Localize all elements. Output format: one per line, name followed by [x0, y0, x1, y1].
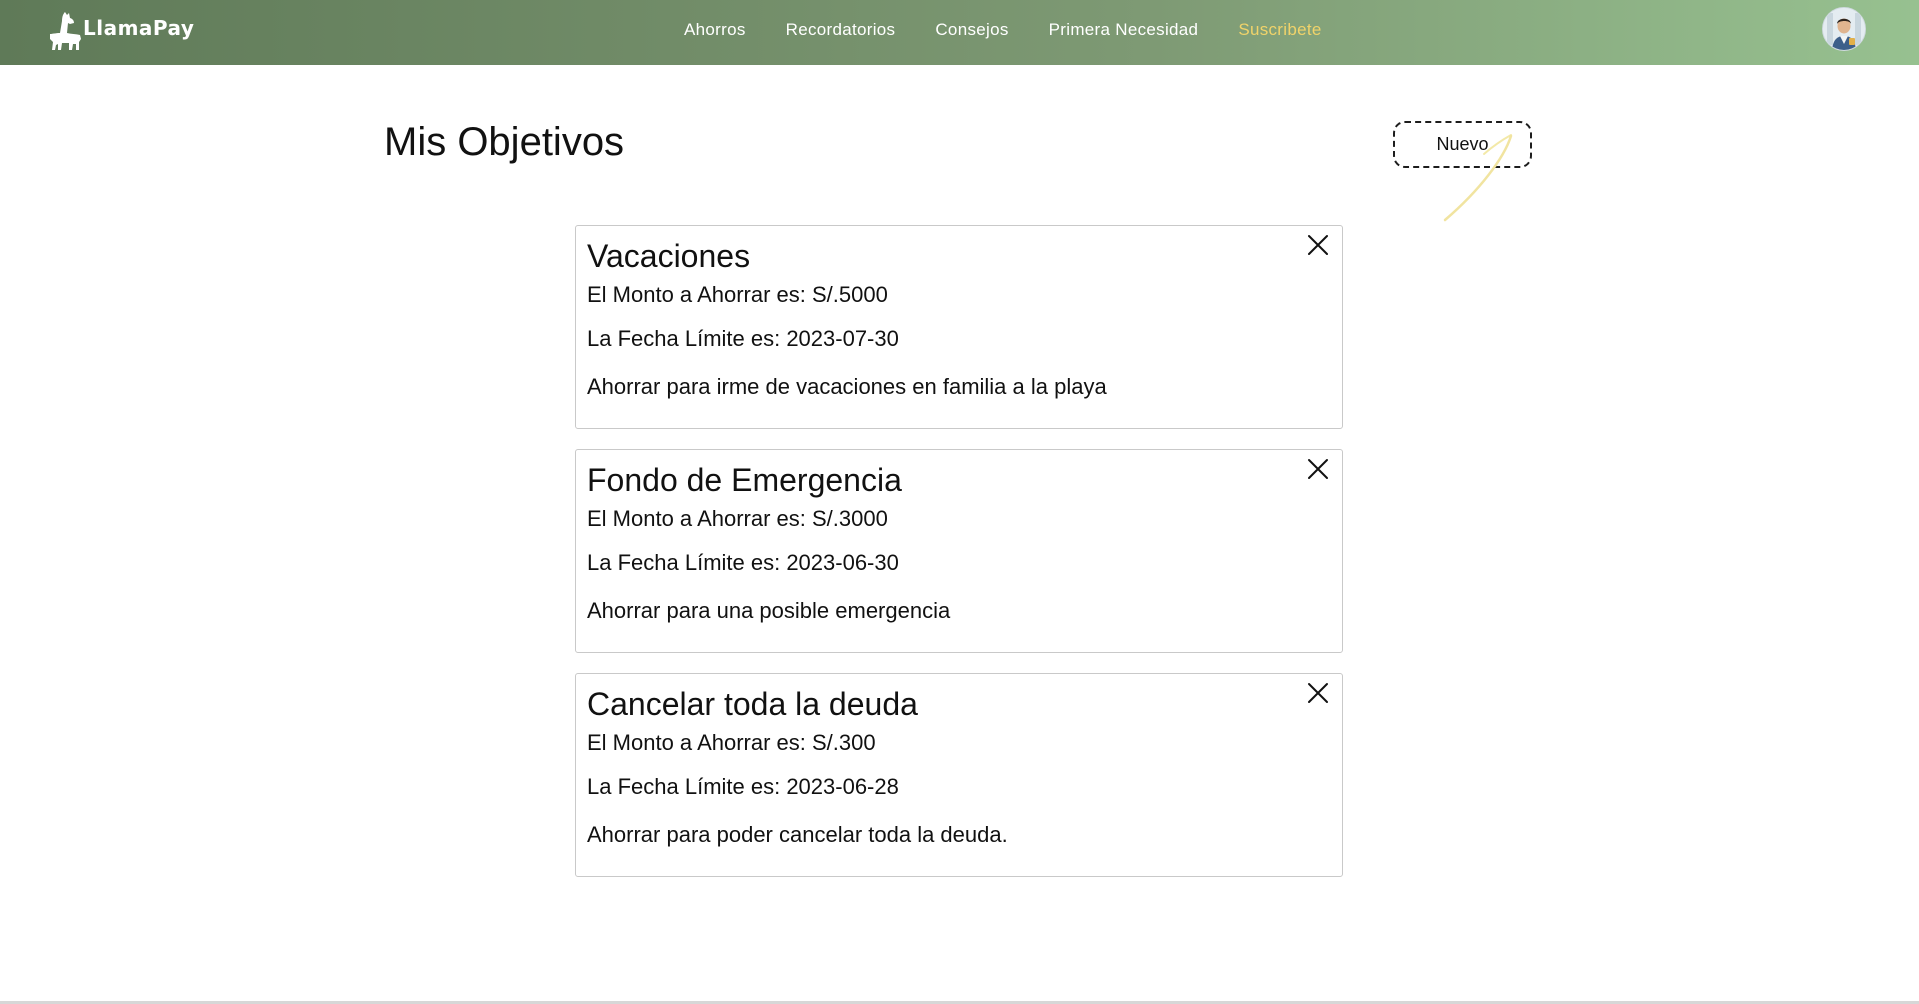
brand-logo[interactable]: LlamaPay	[46, 8, 194, 54]
nav-item-suscribete[interactable]: Suscribete	[1238, 20, 1321, 40]
nav-item-consejos[interactable]: Consejos	[935, 20, 1008, 40]
goal-card: Vacaciones El Monto a Ahorrar es: S/.500…	[575, 225, 1343, 429]
goals-list: Vacaciones El Monto a Ahorrar es: S/.500…	[575, 225, 1343, 897]
goal-title: Vacaciones	[587, 238, 751, 274]
delete-goal-button[interactable]	[1304, 679, 1332, 707]
goal-card: Cancelar toda la deuda El Monto a Ahorra…	[575, 673, 1343, 877]
llama-icon	[50, 12, 81, 50]
goal-amount: El Monto a Ahorrar es: S/.300	[587, 730, 876, 755]
goal-description: Ahorrar para poder cancelar toda la deud…	[587, 822, 1008, 847]
nav-item-recordatorios[interactable]: Recordatorios	[786, 20, 896, 40]
goal-description: Ahorrar para una posible emergencia	[587, 598, 951, 623]
goal-deadline: La Fecha Límite es: 2023-07-30	[587, 326, 899, 351]
goal-title: Cancelar toda la deuda	[587, 686, 918, 722]
close-icon	[1308, 459, 1328, 479]
main-nav: Ahorros Recordatorios Consejos Primera N…	[684, 0, 1362, 60]
user-avatar[interactable]	[1822, 7, 1866, 51]
top-navbar: LlamaPay Ahorros Recordatorios Consejos …	[0, 0, 1919, 65]
goal-deadline: La Fecha Límite es: 2023-06-28	[587, 774, 899, 799]
delete-goal-button[interactable]	[1304, 231, 1332, 259]
goal-deadline: La Fecha Límite es: 2023-06-30	[587, 550, 899, 575]
goal-amount: El Monto a Ahorrar es: S/.3000	[587, 506, 888, 531]
nav-item-primera-necesidad[interactable]: Primera Necesidad	[1049, 20, 1199, 40]
nav-item-ahorros[interactable]: Ahorros	[684, 20, 746, 40]
goal-card: Fondo de Emergencia El Monto a Ahorrar e…	[575, 449, 1343, 653]
goal-amount: El Monto a Ahorrar es: S/.5000	[587, 282, 888, 307]
close-icon	[1308, 235, 1328, 255]
avatar-image	[1823, 8, 1865, 50]
page-title: Mis Objetivos	[384, 120, 625, 164]
brand-name: LlamaPay	[83, 16, 195, 40]
close-icon	[1308, 683, 1328, 703]
new-goal-button[interactable]: Nuevo	[1393, 121, 1532, 168]
delete-goal-button[interactable]	[1304, 455, 1332, 483]
goal-description: Ahorrar para irme de vacaciones en famil…	[587, 374, 1107, 399]
goal-title: Fondo de Emergencia	[587, 462, 902, 498]
